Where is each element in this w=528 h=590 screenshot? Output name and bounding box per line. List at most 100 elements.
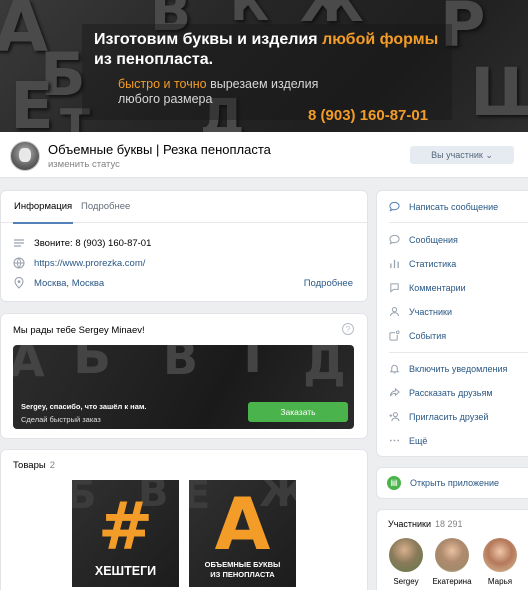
menu-lines-icon <box>14 239 24 247</box>
menu-tell-friends[interactable]: Рассказать друзьям <box>389 387 528 398</box>
info-location-link[interactable]: Москва, Москва <box>34 278 104 289</box>
menu-comments[interactable]: Комментарии <box>389 282 528 293</box>
member-name: Sergey <box>393 577 419 586</box>
cover-headline-part-2: из пенопласта. <box>94 51 214 68</box>
bar-chart-icon <box>390 259 399 269</box>
cover-phone: 8 (903) 160-87-01 <box>308 107 429 124</box>
welcome-title: Мы рады тебе Sergey Minaev! <box>13 325 145 336</box>
speech-bubble-icon <box>389 201 400 212</box>
menu-messages-label: Сообщения <box>409 234 458 245</box>
order-button[interactable]: Заказать <box>248 402 348 422</box>
product-caption-2: ИЗ ПЕНОПЛАСТА <box>210 570 275 579</box>
members-card: Участники 18 291 Sergey Екатерина Марья <box>376 509 528 590</box>
menu-divider <box>389 352 528 353</box>
member-avatar <box>483 538 517 572</box>
cover-subtitle-part-2: любого размера <box>118 92 213 106</box>
welcome-card: Мы рады тебе Sergey Minaev! ? А Б В Г Д … <box>0 313 368 439</box>
menu-statistics-label: Статистика <box>409 258 457 269</box>
group-name: Объемные буквы | Резка пенопласта <box>48 142 271 157</box>
help-icon[interactable]: ? <box>342 323 354 335</box>
menu-invite-friends[interactable]: Пригласить друзей <box>389 411 528 422</box>
cover-headline: Изготовим буквы и изделия любой формы из… <box>94 30 474 70</box>
cover-subtitle-accent: быстро и точно <box>118 77 207 91</box>
comment-icon <box>390 283 399 293</box>
bell-icon <box>389 364 400 374</box>
welcome-banner: А Б В Г Д Sergey, спасибо, что зашёл к н… <box>13 345 354 429</box>
info-phone: Звоните: 8 (903) 160-87-01 <box>34 237 152 249</box>
welcome-message: Sergey, спасибо, что зашёл к нам. <box>21 402 147 411</box>
menu-invite-friends-label: Пригласить друзей <box>409 411 489 422</box>
banner-letter-decor: Д <box>303 345 346 391</box>
product-caption: ОБЪЕМНЫЕ БУКВЫ <box>204 560 281 569</box>
welcome-message-2: Сделай быстрый заказ <box>21 415 101 424</box>
member-name: Екатерина <box>432 577 472 586</box>
product-big-glyph: # <box>97 488 154 565</box>
location-pin-icon <box>14 277 24 289</box>
product-caption: ХЕШТЕГИ <box>94 564 157 578</box>
info-location-row: Москва, Москва <box>13 277 104 289</box>
goods-count: 2 <box>49 460 55 471</box>
info-more-link[interactable]: Подробнее <box>304 278 353 289</box>
product-card[interactable]: Е Ж A ОБЪЕМНЫЕ БУКВЫ ИЗ ПЕНОПЛАСТА <box>189 480 296 587</box>
member-item[interactable]: Sergey <box>386 538 426 586</box>
cover-headline-accent: любой формы <box>322 31 439 48</box>
info-phone-row: Звоните: 8 (903) 160-87-01 <box>13 237 151 249</box>
info-tabs: Информация Подробнее <box>1 191 367 224</box>
menu-members[interactable]: Участники <box>389 306 528 317</box>
members-title[interactable]: Участники 18 291 <box>388 519 463 529</box>
menu-enable-notifications-label: Включить уведомления <box>409 363 508 374</box>
info-website-link[interactable]: https://www.prorezka.com/ <box>34 258 145 269</box>
user-icon <box>389 306 400 317</box>
add-user-icon <box>389 412 400 422</box>
product-card[interactable]: Б В # ХЕШТЕГИ <box>72 480 179 587</box>
info-website-row: https://www.prorezka.com/ <box>13 257 145 269</box>
members-title-label: Участники <box>388 519 431 529</box>
member-status-button[interactable]: Вы участник ⌄ <box>410 146 514 164</box>
cover-subtitle: быстро и точно вырезаем изделия любого р… <box>118 77 318 107</box>
members-count: 18 291 <box>435 519 463 529</box>
menu-write-message[interactable]: Написать сообщение <box>389 201 528 212</box>
more-dots-icon <box>389 439 400 442</box>
actions-menu: Написать сообщение Сообщения Статистика … <box>376 190 528 457</box>
member-item[interactable]: Екатерина <box>432 538 472 586</box>
menu-write-message-label: Написать сообщение <box>409 201 499 212</box>
goods-title[interactable]: Товары 2 <box>13 460 55 471</box>
menu-members-label: Участники <box>409 306 452 317</box>
calendar-icon <box>389 330 400 341</box>
menu-tell-friends-label: Рассказать друзьям <box>409 387 493 398</box>
product-big-glyph: A <box>214 482 271 566</box>
cover-subtitle-part-1: вырезаем изделия <box>206 77 319 91</box>
member-item[interactable]: Марья <box>480 538 520 586</box>
menu-events[interactable]: События <box>389 330 528 341</box>
banner-letter-decor: В <box>163 345 199 385</box>
change-status-link[interactable]: изменить статус <box>48 159 120 170</box>
speech-bubble-icon <box>389 234 400 245</box>
cover-headline-part-1: Изготовим буквы и изделия <box>94 31 323 48</box>
menu-more-label: Ещё <box>409 435 428 446</box>
member-name: Марья <box>487 577 513 586</box>
menu-more[interactable]: Ещё <box>389 435 528 446</box>
goods-card: Товары 2 Б В # ХЕШТЕГИ Е Ж A ОБЪЕМНЫЕ БУК… <box>0 449 368 590</box>
tab-information[interactable]: Информация <box>12 201 74 224</box>
share-arrow-icon <box>389 387 400 397</box>
open-app-label: Открыть приложение <box>410 478 500 488</box>
group-avatar[interactable] <box>10 141 40 171</box>
menu-comments-label: Комментарии <box>409 282 466 293</box>
banner-letter-decor: Б <box>73 345 112 385</box>
info-card: Информация Подробнее Звоните: 8 (903) 16… <box>0 190 368 302</box>
tab-details[interactable]: Подробнее <box>81 201 130 212</box>
menu-enable-notifications[interactable]: Включить уведомления <box>389 363 528 374</box>
open-app-card[interactable]: ▤ Открыть приложение <box>376 467 528 499</box>
member-avatar <box>435 538 469 572</box>
menu-events-label: События <box>409 330 447 341</box>
menu-statistics[interactable]: Статистика <box>389 258 528 269</box>
member-avatar <box>389 538 423 572</box>
menu-messages[interactable]: Сообщения <box>389 234 528 245</box>
banner-letter-decor: А <box>13 345 45 387</box>
banner-letter-decor: Г <box>243 345 277 385</box>
group-header: Объемные буквы | Резка пенопласта измени… <box>0 132 528 178</box>
goods-title-label: Товары <box>13 460 46 471</box>
app-icon: ▤ <box>387 476 401 490</box>
globe-icon <box>13 257 25 269</box>
cover-image: А Б Е В К Ж Р Ш Д Т Изготовим буквы и из… <box>0 0 528 132</box>
